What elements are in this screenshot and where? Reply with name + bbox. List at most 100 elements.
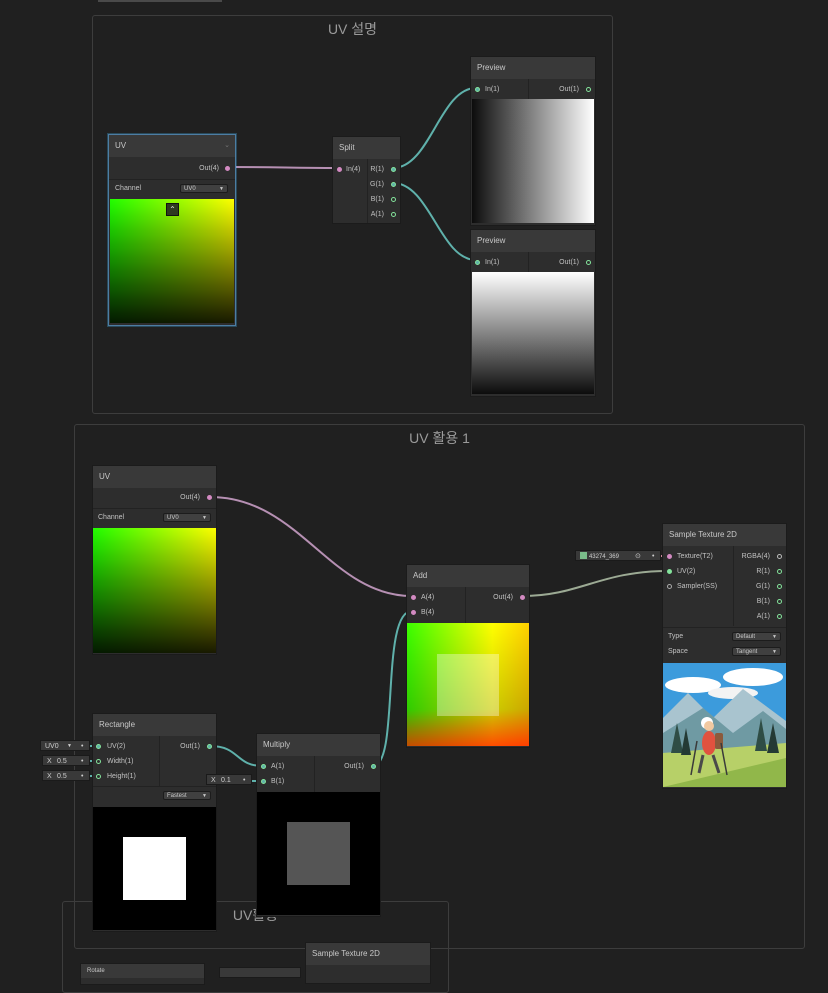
node-title[interactable]: Rectangle [93, 714, 216, 736]
out-port-label: Out(4) [493, 594, 513, 601]
uv-node-mid[interactable]: UV Out(4) Channel UV0 [92, 465, 217, 655]
height-input-port[interactable] [96, 774, 101, 779]
out-port[interactable] [520, 595, 525, 600]
sampler-input-port[interactable] [667, 584, 672, 589]
type-dropdown[interactable]: Default [732, 632, 781, 642]
in-a-label: A(4) [421, 594, 435, 601]
rectangle-node[interactable]: Rectangle UV(2) Width(1) Height(1) Out(1… [92, 713, 217, 932]
out-port-label: Out(4) [199, 165, 219, 172]
node-title[interactable]: Split [333, 137, 400, 159]
in-port-label: In(1) [485, 259, 500, 266]
quality-dropdown[interactable]: Fastest [163, 791, 211, 801]
texture-input-label: Texture(T2) [677, 553, 713, 560]
in-a-label: A(1) [271, 763, 285, 770]
in-port[interactable] [475, 87, 480, 92]
node-title[interactable]: Add [407, 565, 529, 587]
rgba-output-port[interactable] [777, 554, 782, 559]
in-a-port[interactable] [261, 764, 266, 769]
texture-field-dot-icon: • [652, 553, 655, 560]
uv-input-port[interactable] [96, 744, 101, 749]
bottom-input-field[interactable] [219, 967, 301, 978]
node-title[interactable]: Sample Texture 2D [663, 524, 786, 546]
channel-dropdown[interactable]: UV0 [180, 184, 228, 194]
out-port-label: Out(1) [559, 259, 579, 266]
a-output-label: A(1) [756, 613, 770, 620]
sampler-input-label: Sampler(SS) [677, 583, 718, 590]
in-b-port[interactable] [261, 779, 266, 784]
out-port-label: Out(1) [559, 86, 579, 93]
in-port-label: In(1) [485, 86, 500, 93]
width-axis-label: X [47, 758, 52, 765]
collapse-chevron-icon[interactable]: ⌄ [224, 141, 230, 149]
node-title[interactable]: UV [93, 466, 216, 488]
out-port[interactable] [207, 495, 212, 500]
r-output-port[interactable] [777, 569, 782, 574]
b-output-port[interactable] [777, 599, 782, 604]
input-dot-icon: • [81, 743, 84, 750]
split-node[interactable]: Split In(4) R(1) G(1) B(1) A(1) [332, 136, 401, 224]
sample-texture-2d-node-bottom[interactable]: Sample Texture 2D [305, 942, 431, 984]
b-output-label: B(1) [756, 598, 770, 605]
space-label: Space [668, 648, 688, 655]
uv-preview-image [93, 528, 216, 653]
rgba-output-label: RGBA(4) [741, 553, 770, 560]
height-input[interactable]: X 0.5 • [42, 770, 90, 781]
g-output-port[interactable] [777, 584, 782, 589]
preview-node-1[interactable]: Preview In(1) Out(1) [470, 56, 596, 226]
multiply-node[interactable]: Multiply A(1) B(1) Out(1) [256, 733, 381, 917]
out-g-label: G(1) [370, 181, 384, 188]
texture-name: 43274_369 [588, 554, 619, 560]
g-output-label: G(1) [756, 583, 770, 590]
out-a-port[interactable] [391, 212, 396, 217]
in-b-port[interactable] [411, 610, 416, 615]
rectangle-preview-image [93, 807, 216, 930]
object-picker-icon[interactable]: ⊙ [635, 551, 641, 562]
collapse-preview-button[interactable]: ⌃ [166, 203, 179, 216]
uv-channel-input[interactable]: UV0 ▼ • [40, 740, 90, 751]
in-port-label: In(4) [346, 166, 361, 173]
channel-label: Channel [115, 185, 142, 192]
out-port[interactable] [586, 87, 591, 92]
width-input-port[interactable] [96, 759, 101, 764]
out-port-label: Out(4) [180, 494, 200, 501]
node-title[interactable]: Multiply [257, 734, 380, 756]
out-b-label: B(1) [370, 196, 384, 203]
out-r-port[interactable] [391, 167, 396, 172]
out-port[interactable] [225, 166, 230, 171]
add-preview-square [437, 654, 499, 716]
texture-input-port[interactable] [667, 554, 672, 559]
uv-node-top[interactable]: UV ⌄ Out(4) Channel UV0 ⌃ [107, 133, 237, 327]
out-b-port[interactable] [391, 197, 396, 202]
out-a-label: A(1) [370, 211, 384, 218]
uv-preview-image [110, 199, 234, 323]
uv-input-label: UV(2) [107, 743, 126, 750]
node-title[interactable]: Preview [471, 230, 595, 252]
channel-dropdown[interactable]: UV0 [163, 513, 211, 523]
node-title[interactable]: Preview [471, 57, 595, 79]
height-input-label: Height(1) [107, 773, 136, 780]
in-port[interactable] [337, 167, 342, 172]
sample-texture-2d-node[interactable]: Sample Texture 2D Texture(T2) UV(2) Samp… [662, 523, 787, 789]
out-port-label: Out(1) [344, 763, 364, 770]
node-title[interactable]: Sample Texture 2D [306, 943, 430, 965]
input-dot-icon: • [81, 773, 84, 780]
width-input[interactable]: X 0.5 • [42, 755, 90, 766]
in-port[interactable] [475, 260, 480, 265]
add-node[interactable]: Add A(4) B(4) Out(4) [406, 564, 530, 748]
preview-node-2[interactable]: Preview In(1) Out(1) [470, 229, 596, 397]
rotate-node-bottom[interactable]: Rotate [80, 963, 205, 985]
multiply-b-input[interactable]: X 0.1 • [206, 774, 252, 785]
node-title[interactable]: Rotate [81, 964, 204, 978]
out-g-port[interactable] [391, 182, 396, 187]
out-port[interactable] [207, 744, 212, 749]
a-output-port[interactable] [777, 614, 782, 619]
out-port[interactable] [586, 260, 591, 265]
texture-input-field[interactable]: 43274_369 ⊙ • [575, 550, 661, 561]
preview-image-green-channel [472, 272, 594, 394]
uv-input-port[interactable] [667, 569, 672, 574]
in-a-port[interactable] [411, 595, 416, 600]
out-port[interactable] [371, 764, 376, 769]
node-title[interactable]: UV [109, 135, 235, 157]
in-b-label: B(1) [271, 778, 285, 785]
space-dropdown[interactable]: Tangent [732, 647, 781, 657]
